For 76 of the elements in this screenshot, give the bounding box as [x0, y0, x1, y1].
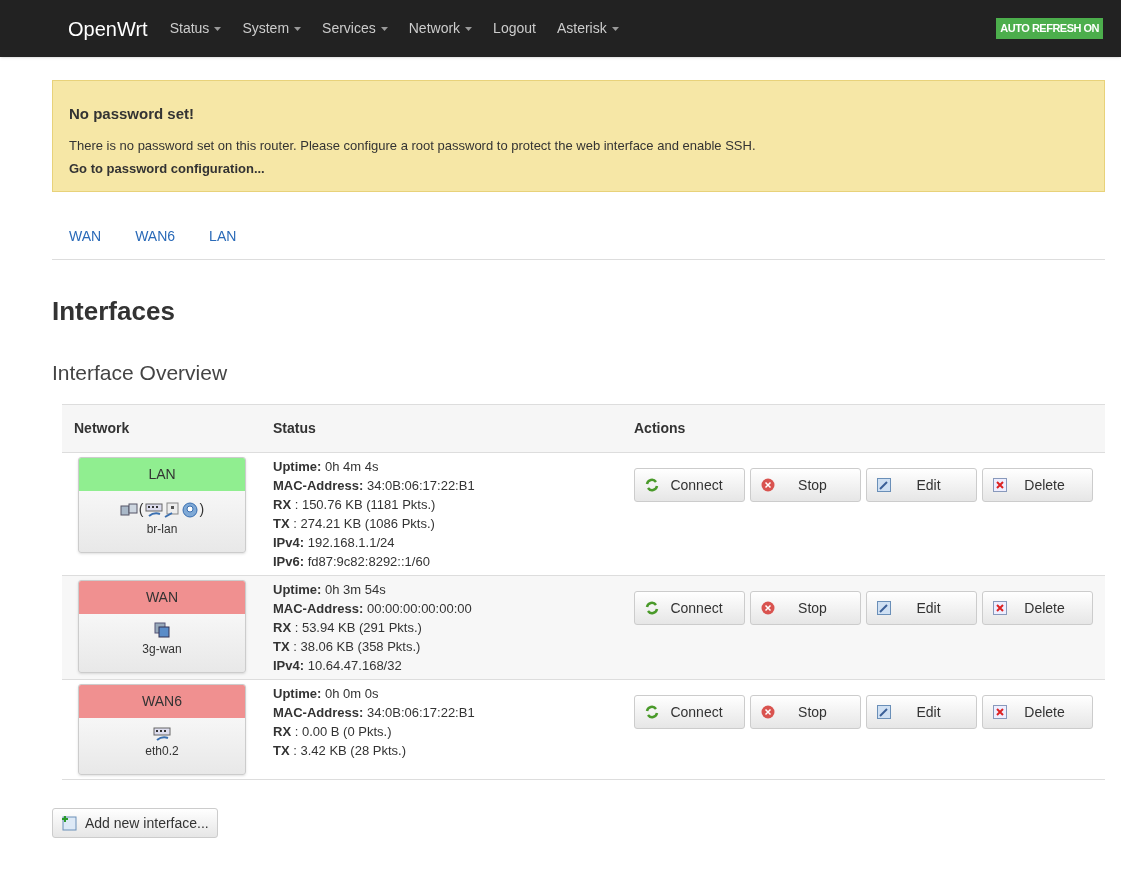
status-line: RX : 53.94 KB (291 Pkts.): [273, 619, 423, 637]
stop-icon: [761, 705, 775, 719]
bracket-text: (: [138, 500, 144, 519]
status-line: Uptime: 0h 3m 54s: [273, 581, 387, 599]
password-config-link[interactable]: Go to password configuration...: [69, 159, 1088, 179]
wireless-icon: [180, 501, 199, 518]
stop-icon: [761, 478, 775, 492]
network-card[interactable]: LAN ( ) br-lan: [78, 457, 246, 553]
action-button[interactable]: Delete: [982, 468, 1093, 502]
refresh-icon: [645, 478, 659, 492]
ethernet-port-icon: [153, 726, 171, 742]
modem-icon: [154, 622, 170, 640]
edit-icon: [877, 705, 891, 719]
interface-tab[interactable]: LAN: [209, 225, 237, 247]
status-line: RX : 150.76 KB (1181 Pkts.): [273, 496, 437, 514]
edit-icon: [877, 478, 891, 492]
action-button[interactable]: Edit: [866, 591, 977, 625]
nav-menu-item[interactable]: Network: [408, 18, 473, 39]
device-name: eth0.2: [144, 743, 180, 760]
page-heading: Interfaces: [52, 294, 176, 328]
delete-icon: [993, 705, 1007, 719]
status-line: TX : 3.42 KB (28 Pkts.): [273, 742, 407, 760]
device-name: br-lan: [145, 521, 179, 538]
network-name: WAN: [79, 581, 245, 614]
status-line: Uptime: 0h 4m 4s: [273, 458, 380, 476]
edit-icon: [877, 601, 891, 615]
column-header: Status: [273, 419, 317, 438]
action-button[interactable]: Delete: [982, 695, 1093, 729]
device-name: 3g-wan: [141, 641, 183, 658]
action-button[interactable]: Delete: [982, 591, 1093, 625]
refresh-icon: [645, 601, 659, 615]
status-line: IPv4: 192.168.1.1/24: [273, 534, 396, 552]
action-button[interactable]: Stop: [750, 695, 861, 729]
status-line: MAC-Address: 00:00:00:00:00:00: [273, 600, 473, 618]
status-line: TX : 274.21 KB (1086 Pkts.): [273, 515, 436, 533]
alert-message: There is no password set on this router. Please configure a root password to protect the web interface and enable SSH.: [69, 136, 757, 155]
bridge-icon: [119, 501, 138, 518]
status-line: IPv6: fd87:9c82:8292::1/60: [273, 553, 431, 571]
network-name: LAN: [79, 458, 245, 491]
action-button[interactable]: Stop: [750, 468, 861, 502]
delete-icon: [993, 601, 1007, 615]
add-icon: [61, 815, 77, 831]
action-button[interactable]: Connect: [634, 468, 745, 502]
status-line: MAC-Address: 34:0B:06:17:22:B1: [273, 704, 476, 722]
brand-link[interactable]: OpenWrt: [68, 13, 148, 44]
status-line: IPv4: 10.64.47.168/32: [273, 657, 403, 675]
status-line: TX : 38.06 KB (358 Pkts.): [273, 638, 422, 656]
network-name: WAN6: [79, 685, 245, 718]
ethernet-port-icon: [144, 501, 163, 518]
status-line: RX : 0.00 B (0 Pkts.): [273, 723, 393, 741]
network-port-icon: [163, 501, 180, 518]
status-line: Uptime: 0h 0m 0s: [273, 685, 380, 703]
column-header: Network: [73, 419, 131, 438]
nav-menu-item[interactable]: Logout: [493, 18, 536, 39]
interface-tab[interactable]: WAN: [69, 225, 102, 247]
action-button[interactable]: Edit: [866, 468, 977, 502]
refresh-icon: [645, 705, 659, 719]
nav-menu-item[interactable]: Status: [169, 18, 222, 39]
section-heading: Interface Overview: [52, 359, 229, 386]
add-interface-button[interactable]: Add new interface...: [52, 808, 218, 838]
bracket-text: ): [199, 500, 205, 519]
stop-icon: [761, 601, 775, 615]
network-card[interactable]: WAN 3g-wan: [78, 580, 246, 673]
status-line: MAC-Address: 34:0B:06:17:22:B1: [273, 477, 476, 495]
network-card[interactable]: WAN6 eth0.2: [78, 684, 246, 775]
nav-menu-item[interactable]: System: [242, 18, 302, 39]
interface-tab[interactable]: WAN6: [135, 225, 176, 247]
delete-icon: [993, 478, 1007, 492]
column-header: Actions: [634, 419, 686, 438]
nav-menu-item[interactable]: Asterisk: [556, 18, 619, 39]
action-button[interactable]: Connect: [634, 591, 745, 625]
action-button[interactable]: Stop: [750, 591, 861, 625]
action-button[interactable]: Connect: [634, 695, 745, 729]
nav-menu-item[interactable]: Services: [322, 18, 388, 39]
action-button[interactable]: Edit: [866, 695, 977, 729]
alert-title: No password set!: [69, 104, 196, 124]
